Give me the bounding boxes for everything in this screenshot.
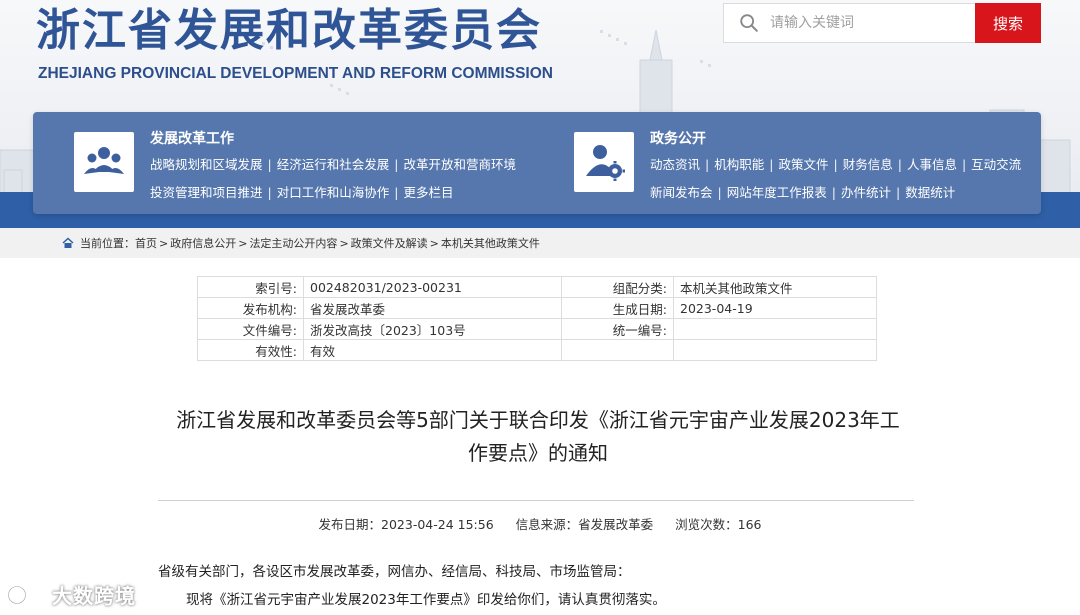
site-header: 浙江省发展和改革委员会 ZHEJIANG PROVINCIAL DEVELOPM… <box>0 0 1080 228</box>
search-button[interactable]: 搜索 <box>975 3 1041 43</box>
home-icon <box>62 237 74 248</box>
meta-key: 统一编号: <box>561 318 674 340</box>
meta-value: 2023-04-19 <box>673 297 877 319</box>
nav-link-economy[interactable]: 经济运行和社会发展 <box>277 157 390 172</box>
nav-link-annual-report[interactable]: 网站年度工作报表 <box>727 185 827 200</box>
nav-separator: | <box>831 185 836 200</box>
nav-link-finance[interactable]: 财务信息 <box>843 157 893 172</box>
article-title-line2: 作要点》的通知 <box>468 441 608 465</box>
title-divider <box>158 500 914 501</box>
meta-value: 本机关其他政策文件 <box>673 276 877 298</box>
views-count: 166 <box>737 517 762 532</box>
meta-value: 省发展改革委 <box>303 297 562 319</box>
meta-value: 有效 <box>303 339 562 361</box>
meta-key <box>561 339 674 361</box>
site-title: 浙江省发展和改革委员会 <box>36 5 542 56</box>
meta-key: 有效性: <box>197 339 304 361</box>
nav-link-reform[interactable]: 改革开放和营商环境 <box>403 157 516 172</box>
nav-separator: | <box>961 157 967 172</box>
breadcrumb-separator: > <box>238 236 248 250</box>
article-title-line1: 浙江省发展和改革委员会等5部门关于联合印发《浙江省元宇宙产业发展2023年工 <box>176 408 900 432</box>
nav-link-data-stats[interactable]: 数据统计 <box>905 185 955 200</box>
publish-info: 发布日期：2023-04-24 15:56 信息来源：省发展改革委 浏览次数：1… <box>0 514 1080 533</box>
meta-key: 发布机构: <box>197 297 304 319</box>
breadcrumb-separator: > <box>429 236 439 250</box>
breadcrumb-home[interactable]: 首页 <box>135 235 157 251</box>
nav-link-functions[interactable]: 机构职能 <box>714 157 764 172</box>
watermark: 大数跨境 <box>8 580 136 609</box>
nav-right-row1: 动态资讯 | 机构职能 | 政策文件 | 财务信息 | 人事信息 | 互动交流 <box>650 157 1021 173</box>
people-group-icon <box>84 147 124 174</box>
table-row: 有效性: 有效 <box>197 339 877 361</box>
nav-link-investment[interactable]: 投资管理和项目推进 <box>150 185 263 200</box>
watermark-text: 大数跨境 <box>52 584 136 608</box>
nav-right-row2: 新闻发布会 | 网站年度工作报表 | 办件统计 | 数据统计 <box>650 185 955 201</box>
meta-key: 组配分类: <box>561 276 674 298</box>
nav-separator: | <box>717 185 722 200</box>
nav-link-news[interactable]: 动态资讯 <box>650 157 700 172</box>
meta-key: 生成日期: <box>561 297 674 319</box>
nav-left-icon-box[interactable] <box>74 132 134 192</box>
nav-separator: | <box>267 185 272 200</box>
meta-key: 文件编号: <box>197 318 304 340</box>
article-title: 浙江省发展和改革委员会等5部门关于联合印发《浙江省元宇宙产业发展2023年工 作… <box>150 404 926 470</box>
nav-link-case-stats[interactable]: 办件统计 <box>841 185 891 200</box>
nav-separator: | <box>897 157 902 172</box>
article-paragraph: 省级有关部门，各设区市发展改革委，网信办、经信局、科技局、市场监管局： <box>158 564 631 580</box>
nav-link-press[interactable]: 新闻发布会 <box>650 185 713 200</box>
meta-value: 002482031/2023-00231 <box>303 276 562 298</box>
document-meta-table: 索引号: 002482031/2023-00231 组配分类: 本机关其他政策文… <box>197 276 877 361</box>
nav-link-personnel[interactable]: 人事信息 <box>907 157 957 172</box>
pub-date: 2023-04-24 15:56 <box>381 517 494 532</box>
nav-separator: | <box>895 185 901 200</box>
nav-separator: | <box>769 157 774 172</box>
nav-left-row1: 战略规划和区域发展 | 经济运行和社会发展 | 改革开放和营商环境 <box>150 157 516 173</box>
search-box <box>723 3 975 43</box>
breadcrumb-separator: > <box>339 236 349 250</box>
nav-separator: | <box>833 157 838 172</box>
nav-separator: | <box>705 157 710 172</box>
nav-link-policy[interactable]: 政策文件 <box>778 157 828 172</box>
breadcrumb-item-legal[interactable]: 法定主动公开内容 <box>249 235 337 251</box>
breadcrumb-label: 当前位置： <box>80 237 135 250</box>
meta-value: 浙发改高技〔2023〕103号 <box>303 318 562 340</box>
meta-key: 索引号: <box>197 276 304 298</box>
article-paragraph: 现将《浙江省元宇宙产业发展2023年工作要点》印发给你们，请认真贯彻落实。 <box>186 592 666 608</box>
nav-link-interaction[interactable]: 互动交流 <box>971 157 1021 172</box>
table-row: 发布机构: 省发展改革委 生成日期: 2023-04-19 <box>197 297 877 319</box>
search-icon[interactable] <box>738 12 760 34</box>
breadcrumb-item-policy[interactable]: 政策文件及解读 <box>351 235 428 251</box>
watermark-logo-icon <box>8 585 46 604</box>
meta-value <box>673 318 877 340</box>
user-gear-icon <box>586 145 625 181</box>
nav-right-icon-box[interactable] <box>574 132 634 192</box>
pub-date-label: 发布日期： <box>318 517 382 532</box>
nav-panel: 发展改革工作 战略规划和区域发展 | 经济运行和社会发展 | 改革开放和营商环境 投资管… <box>33 112 1041 214</box>
table-row: 索引号: 002482031/2023-00231 组配分类: 本机关其他政策文… <box>197 276 877 298</box>
nav-right-heading[interactable]: 政务公开 <box>650 128 706 148</box>
breadcrumb: 当前位置： 首页 > 政府信息公开 > 法定主动公开内容 > 政策文件及解读 > 本机关… <box>62 228 540 258</box>
site-subtitle: ZHEJIANG PROVINCIAL DEVELOPMENT AND REFO… <box>38 65 553 82</box>
views-label: 浏览次数： <box>675 517 738 532</box>
nav-separator: | <box>394 157 399 172</box>
nav-separator: | <box>394 185 399 200</box>
search-input[interactable] <box>770 5 975 41</box>
nav-left-row2: 投资管理和项目推进 | 对口工作和山海协作 | 更多栏目 <box>150 185 453 201</box>
nav-link-more[interactable]: 更多栏目 <box>403 185 453 200</box>
source-label: 信息来源： <box>515 517 579 532</box>
breadcrumb-separator: > <box>159 236 169 250</box>
meta-value <box>673 339 877 361</box>
breadcrumb-item-gov-info[interactable]: 政府信息公开 <box>170 235 236 251</box>
source-value: 省发展改革委 <box>578 517 654 532</box>
nav-link-cooperation[interactable]: 对口工作和山海协作 <box>277 185 390 200</box>
breadcrumb-bar: 当前位置： 首页 > 政府信息公开 > 法定主动公开内容 > 政策文件及解读 > 本机关… <box>0 228 1080 258</box>
nav-link-strategy[interactable]: 战略规划和区域发展 <box>150 157 263 172</box>
nav-separator: | <box>267 157 272 172</box>
table-row: 文件编号: 浙发改高技〔2023〕103号 统一编号: <box>197 318 877 340</box>
breadcrumb-item-current[interactable]: 本机关其他政策文件 <box>441 235 540 251</box>
nav-left-heading[interactable]: 发展改革工作 <box>150 128 234 148</box>
